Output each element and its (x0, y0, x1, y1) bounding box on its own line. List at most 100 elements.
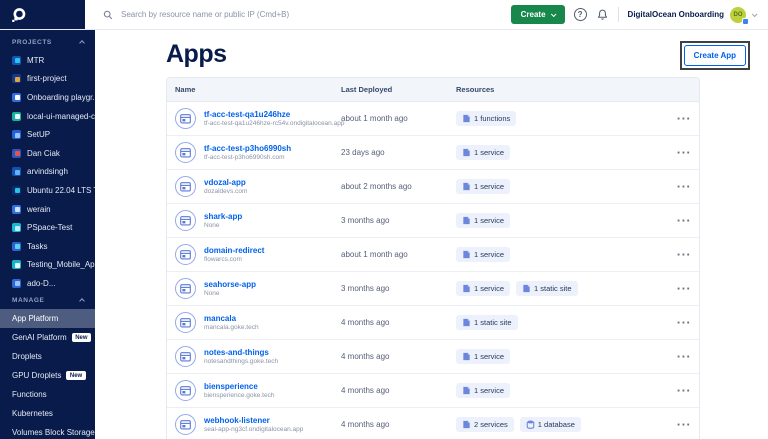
sidebar-project-item[interactable]: first-project (0, 70, 95, 89)
sidebar: PROJECTS MTR first-project Onboarding pl… (0, 30, 95, 439)
resource-badge: 1 static site (516, 281, 578, 296)
avatar-initials: DO (734, 12, 743, 18)
sidebar-project-item[interactable]: local-ui-managed-c... (0, 107, 95, 126)
sidebar-manage-item[interactable]: GPU Droplets New (0, 366, 95, 385)
table-row: mancala mancala.goke.tech 4 months ago 1… (167, 306, 699, 340)
sidebar-manage-item[interactable]: Functions (0, 385, 95, 404)
apps-table-header: Name Last Deployed Resources (167, 78, 699, 102)
manage-section-header[interactable]: MANAGE (0, 288, 95, 309)
apps-table-body: tf-acc-test-qa1u246hze tf-acc-test-qa1u2… (167, 102, 699, 439)
app-name-link[interactable]: notes-and-things (204, 348, 278, 357)
page-title: Apps (166, 40, 227, 69)
manage-header-label: MANAGE (12, 297, 45, 304)
app-domain: flowarcs.com (204, 256, 264, 263)
app-name-cell: vdozal-app dozaldevs.com (175, 176, 341, 197)
table-row: webhook-listener seal-app-ng3cf.ondigita… (167, 408, 699, 439)
table-row: vdozal-app dozaldevs.com about 2 months … (167, 170, 699, 204)
row-menu-button[interactable] (669, 418, 699, 431)
resource-badge: 1 service (456, 145, 510, 160)
project-label: werain (27, 205, 51, 214)
sidebar-project-item[interactable]: Testing_Mobile_App (0, 256, 95, 275)
resource-badge: 1 database (520, 417, 581, 432)
help-button[interactable]: ? (574, 8, 587, 21)
sidebar-project-item[interactable]: Onboarding playgr... (0, 88, 95, 107)
row-menu-button[interactable] (669, 316, 699, 329)
table-row: shark-app None 3 months ago 1 service (167, 204, 699, 238)
app-name-link[interactable]: shark-app (204, 212, 242, 221)
project-label: MTR (27, 56, 44, 65)
avatar-status-dot (742, 18, 749, 25)
sidebar-project-item[interactable]: ado-D... (0, 274, 95, 288)
create-button[interactable]: Create (511, 5, 565, 24)
resource-badge-label: 1 functions (474, 114, 510, 123)
resource-badge-label: 2 services (474, 420, 508, 429)
app-name-link[interactable]: tf-acc-test-qa1u246hze (204, 110, 344, 119)
sidebar-manage-item[interactable]: App Platform (0, 309, 95, 328)
search-input[interactable] (119, 9, 399, 20)
resources-cell: 1 service (456, 179, 669, 194)
app-name-and-domain: seahorse-app None (204, 280, 256, 298)
resources-cell: 1 service (456, 247, 669, 262)
row-menu-button[interactable] (669, 146, 699, 159)
sidebar-project-item[interactable]: SetUP (0, 125, 95, 144)
app-icon (175, 312, 196, 333)
app-name-link[interactable]: biensperience (204, 382, 274, 391)
table-row: tf-acc-test-p3ho6990sh tf-acc-test-p3ho6… (167, 136, 699, 170)
manage-item-label: Kubernetes (12, 409, 53, 418)
create-app-button[interactable]: Create App (684, 45, 746, 66)
app-name-link[interactable]: vdozal-app (204, 178, 247, 187)
last-deployed: about 1 month ago (341, 114, 456, 123)
app-name-link[interactable]: seahorse-app (204, 280, 256, 289)
help-icon: ? (574, 8, 587, 21)
app-window-icon (180, 216, 191, 226)
bell-icon (596, 8, 609, 21)
project-label: Tasks (27, 242, 47, 251)
app-name-link[interactable]: domain-redirect (204, 246, 264, 255)
app-name-link[interactable]: mancala (204, 314, 259, 323)
app-name-cell: tf-acc-test-p3ho6990sh tf-acc-test-p3ho6… (175, 142, 341, 163)
sidebar-project-item[interactable]: PSpace-Test (0, 218, 95, 237)
sidebar-manage-item[interactable]: Volumes Block Storage (0, 423, 95, 439)
sidebar-project-item[interactable]: werain (0, 200, 95, 219)
project-label: Onboarding playgr... (27, 93, 95, 102)
sidebar-project-item[interactable]: Ubuntu 22.04 LTS T... (0, 181, 95, 200)
notifications-button[interactable] (596, 8, 609, 21)
sidebar-manage-item[interactable]: Droplets (0, 347, 95, 366)
row-menu-button[interactable] (669, 180, 699, 193)
app-name-link[interactable]: tf-acc-test-p3ho6990sh (204, 144, 291, 153)
row-menu-button[interactable] (669, 214, 699, 227)
projects-section-header[interactable]: PROJECTS (0, 30, 95, 51)
resource-badge: 1 functions (456, 111, 516, 126)
app-name-cell: shark-app None (175, 210, 341, 231)
service-icon (462, 182, 471, 191)
account-menu[interactable]: DigitalOcean Onboarding DO (628, 7, 756, 23)
row-menu-button[interactable] (669, 350, 699, 363)
search-icon (103, 10, 113, 20)
sidebar-project-item[interactable]: arvindsingh (0, 163, 95, 182)
resource-badge: 1 service (456, 213, 510, 228)
projects-header-label: PROJECTS (12, 39, 52, 46)
last-deployed: 3 months ago (341, 216, 456, 225)
row-menu-button[interactable] (669, 248, 699, 261)
app-window-icon (180, 420, 191, 430)
row-menu-button[interactable] (669, 282, 699, 295)
row-menu-button[interactable] (669, 384, 699, 397)
app-window-icon (180, 250, 191, 260)
team-name: DigitalOcean Onboarding (628, 10, 724, 19)
app-name-cell: biensperience biensperience.goke.tech (175, 380, 341, 401)
project-label: Dan Ciak (27, 149, 60, 158)
row-menu-button[interactable] (669, 112, 699, 125)
manage-item-label: Droplets (12, 352, 42, 361)
app-name-link[interactable]: webhook-listener (204, 416, 303, 425)
sidebar-project-item[interactable]: MTR (0, 51, 95, 70)
project-icon (12, 242, 21, 251)
app-icon (175, 142, 196, 163)
digitalocean-logo[interactable] (0, 0, 85, 29)
sidebar-manage-item[interactable]: GenAI Platform New (0, 328, 95, 347)
resource-badge-label: 1 service (474, 352, 504, 361)
sidebar-project-item[interactable]: Tasks (0, 237, 95, 256)
resources-cell: 1 functions (456, 111, 669, 126)
sidebar-manage-item[interactable]: Kubernetes (0, 404, 95, 423)
app-name-and-domain: shark-app None (204, 212, 242, 230)
sidebar-project-item[interactable]: Dan Ciak (0, 144, 95, 163)
